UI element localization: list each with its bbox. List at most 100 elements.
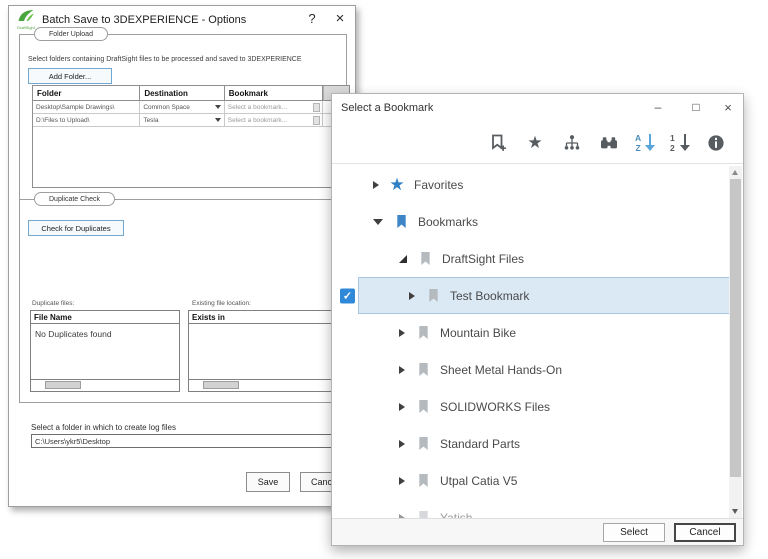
scroll-up-icon[interactable] [732, 170, 738, 175]
expand-arrow-icon[interactable] [399, 477, 405, 485]
expand-arrow-icon[interactable] [373, 219, 383, 225]
tree-item-label: Test Bookmark [450, 289, 529, 303]
expand-arrow-icon[interactable] [373, 181, 379, 189]
horizontal-scrollbar[interactable] [31, 379, 179, 390]
tree-item-label: Yatish [440, 511, 472, 519]
folder-upload-groupbox: Folder Upload Select folders containing … [19, 34, 347, 200]
tree-item[interactable]: Bookmarks [332, 203, 743, 240]
tree-item-label: DraftSight Files [442, 252, 524, 266]
node-icon [415, 436, 431, 451]
tree-item-label: Mountain Bike [440, 326, 516, 340]
help-button[interactable]: ? [305, 11, 319, 26]
tree-item-label: Standard Parts [440, 437, 520, 451]
log-folder-label: Select a folder in which to create log f… [31, 423, 176, 432]
tree-item-label: Utpal Catia V5 [440, 474, 517, 488]
maximize-icon[interactable]: □ [687, 100, 705, 114]
expand-arrow-icon[interactable] [399, 366, 405, 374]
bookmark-icon [417, 325, 430, 340]
tree-item[interactable]: Standard Parts [332, 425, 743, 462]
expand-arrow-icon[interactable] [399, 403, 405, 411]
tree-item[interactable]: DraftSight Files [332, 240, 743, 277]
add-bookmark-icon[interactable] [486, 131, 510, 155]
save-button[interactable]: Save [246, 472, 290, 492]
expand-arrow-icon[interactable] [409, 292, 415, 300]
tree-item[interactable]: SOLIDWORKS Files [332, 388, 743, 425]
log-folder-input[interactable] [31, 434, 351, 448]
vertical-scrollbar[interactable] [729, 166, 742, 518]
search-binoculars-icon[interactable] [597, 131, 621, 155]
tree-item[interactable]: Mountain Bike [332, 314, 743, 351]
close-icon[interactable]: × [719, 100, 737, 115]
bookmark-icon [417, 510, 430, 518]
bookmark-select[interactable]: Select a bookmark... [225, 114, 323, 126]
bookmark-icon [417, 436, 430, 451]
scrollbar-thumb[interactable] [203, 381, 239, 389]
select-bookmark-dialog: Select a Bookmark – □ × ★ [331, 93, 744, 546]
bookmark-icon [417, 399, 430, 414]
duplicate-files-label: Duplicate files: [32, 300, 74, 307]
draftsight-logo-icon [17, 9, 35, 22]
tree-item-label: Favorites [414, 178, 463, 192]
check-for-duplicates-button[interactable]: Check for Duplicates [28, 220, 124, 236]
scroll-down-icon[interactable] [732, 509, 738, 514]
select-button[interactable]: Select [603, 523, 665, 542]
existing-location-label: Existing file location: [192, 300, 251, 307]
tree-item-label: Sheet Metal Hands-On [440, 363, 562, 377]
minimize-icon[interactable]: – [649, 100, 667, 114]
destination-select[interactable]: Tesla [140, 114, 224, 126]
file-name-header: File Name [31, 311, 179, 324]
tree-item[interactable]: Yatish [332, 499, 743, 518]
dialog-footer: Select Cancel [332, 518, 743, 545]
dialog-title: Batch Save to 3DEXPERIENCE - Options [42, 14, 246, 26]
bookmark-dropdown-button[interactable] [313, 103, 320, 112]
tree-item[interactable]: Utpal Catia V5 [332, 462, 743, 499]
existing-location-body [189, 324, 341, 379]
tree-item[interactable]: ✓ Test Bookmark [358, 277, 731, 314]
star-icon: ★ [389, 176, 404, 193]
column-header-bookmark: Bookmark [225, 86, 323, 100]
tree-item-label: Bookmarks [418, 215, 478, 229]
table-row: D:\Files to Upload\ Tesla Select a bookm… [33, 114, 349, 127]
cancel-button[interactable]: Cancel [674, 523, 736, 542]
node-icon [417, 251, 433, 266]
expand-arrow-icon[interactable] [399, 440, 405, 448]
checkbox-checked[interactable]: ✓ [340, 288, 355, 303]
tree-item-label: SOLIDWORKS Files [440, 400, 550, 414]
close-icon[interactable]: × [333, 10, 347, 27]
horizontal-scrollbar[interactable] [189, 379, 341, 390]
scrollbar-thumb[interactable] [730, 179, 741, 477]
scrollbar-thumb[interactable] [45, 381, 81, 389]
tree-item[interactable]: ★ Favorites [332, 166, 743, 203]
info-icon[interactable] [704, 131, 728, 155]
dialog-title: Select a Bookmark [341, 102, 433, 114]
expand-arrow-icon[interactable] [399, 255, 407, 263]
draftsight-logo: DraftSight [14, 9, 38, 30]
table-header-row: Folder Destination Bookmark [33, 86, 349, 101]
sort-alphabetical-icon[interactable]: AZ [634, 132, 656, 154]
tree-view-icon[interactable] [560, 131, 584, 155]
destination-select[interactable]: Common Space [140, 101, 224, 113]
node-icon: ★ [389, 176, 405, 193]
add-folder-button[interactable]: Add Folder... [28, 68, 112, 84]
node-icon [393, 214, 409, 229]
tree-item[interactable]: Sheet Metal Hands-On [332, 351, 743, 388]
node-icon [415, 362, 431, 377]
bookmark-icon [427, 288, 440, 303]
table-row: Desktop\Sample Drawings\ Common Space Se… [33, 101, 349, 114]
existing-location-panel: Exists in [188, 310, 342, 392]
duplicate-files-panel: File Name No Duplicates found [30, 310, 180, 392]
bookmark-select[interactable]: Select a bookmark... [225, 101, 323, 113]
sort-numeric-icon[interactable]: 12 [669, 132, 691, 154]
folder-cell: Desktop\Sample Drawings\ [33, 101, 140, 113]
expand-arrow-icon[interactable] [399, 329, 405, 337]
favorites-star-icon[interactable]: ★ [523, 131, 547, 155]
duplicate-check-legend: Duplicate Check [34, 192, 115, 206]
instruction-text: Select folders containing DraftSight fil… [28, 56, 302, 63]
bookmark-icon [419, 251, 432, 266]
no-duplicates-text: No Duplicates found [31, 324, 179, 379]
bookmark-dropdown-button[interactable] [313, 116, 320, 125]
bookmark-tree: ★ Favorites Bookmarks DraftSight Files [332, 164, 743, 518]
duplicate-check-groupbox: Duplicate Check Check for Duplicates Dup… [19, 199, 347, 403]
folder-upload-legend: Folder Upload [34, 27, 108, 41]
node-icon [415, 510, 431, 518]
